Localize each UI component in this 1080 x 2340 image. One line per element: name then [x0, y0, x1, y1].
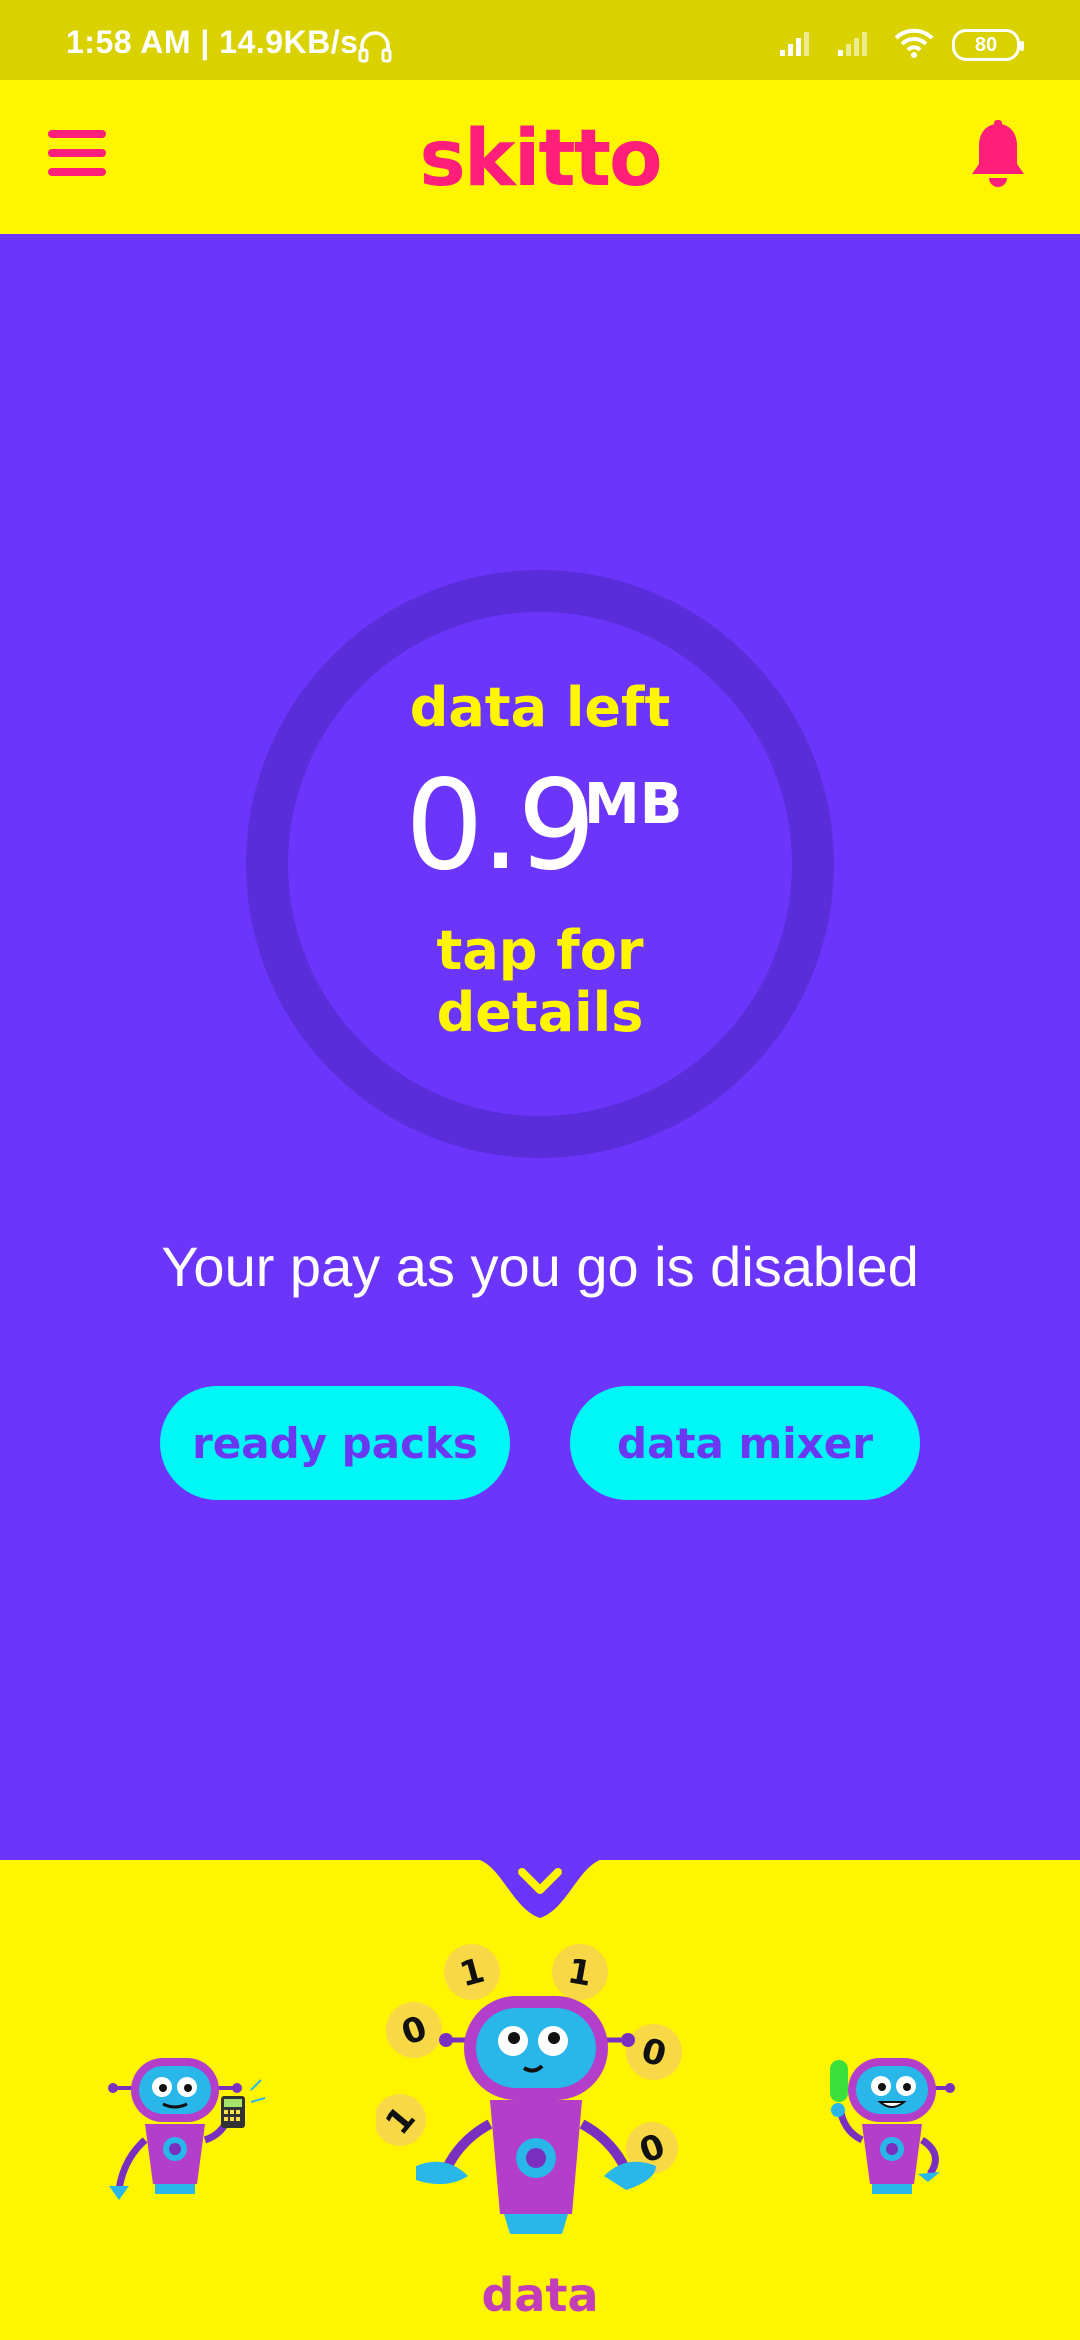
tap-for-details[interactable]: tap for details — [0, 920, 1080, 1044]
wifi-icon — [894, 27, 934, 64]
status-bar: 1:58 AM | 14.9KB/s 80 — [0, 0, 1080, 80]
signal-icon — [778, 28, 818, 63]
headset-icon — [358, 30, 392, 69]
tap-hint-line1: tap for — [436, 919, 644, 982]
main-panel: data left 0.9 MB tap for details Your pa… — [0, 234, 1080, 1860]
data-left-value: 0.9 — [405, 754, 596, 898]
ready-packs-button[interactable]: ready packs — [160, 1386, 510, 1500]
carousel-active-label: data — [481, 2268, 599, 2322]
data-mixer-button[interactable]: data mixer — [570, 1386, 920, 1500]
battery-icon: 80 — [952, 29, 1024, 61]
robot-flashlight-icon[interactable] — [820, 2050, 970, 2210]
tap-hint-line2: details — [436, 981, 644, 1044]
robot-data-juggler-icon[interactable]: 1 1 0 0 1 0 — [376, 1944, 696, 2244]
status-time: 1:58 AM | 14.9KB/s — [66, 24, 359, 60]
skitto-logo: skitto — [419, 114, 662, 204]
notification-bell-icon[interactable] — [968, 120, 1028, 192]
app-header: skitto — [0, 80, 1080, 234]
battery-level: 80 — [974, 33, 998, 56]
robot-calculator-icon[interactable] — [105, 2050, 275, 2210]
collapse-chevron-icon[interactable] — [470, 1858, 610, 1928]
signal-2-icon — [836, 28, 876, 63]
payg-status-text: Your pay as you go is disabled — [161, 1235, 919, 1298]
data-left-label: data left — [409, 676, 671, 739]
data-left-unit: MB — [584, 772, 683, 837]
